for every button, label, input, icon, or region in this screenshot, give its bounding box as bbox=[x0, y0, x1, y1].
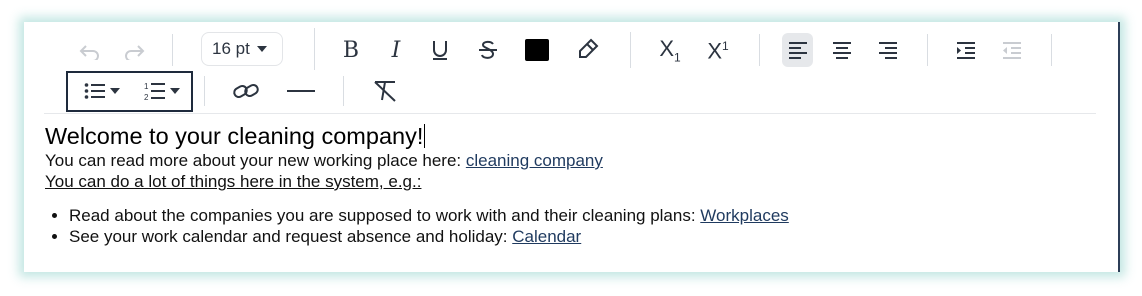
svg-text:1: 1 bbox=[144, 82, 149, 91]
toolbar-separator bbox=[204, 76, 205, 106]
outdent-button[interactable] bbox=[997, 35, 1027, 65]
rich-text-editor: 16 pt B I X1 X1 1 2 Welcome to your clea… bbox=[24, 22, 1120, 272]
toolbar-separator bbox=[314, 28, 315, 70]
clear-format-button[interactable] bbox=[370, 76, 400, 106]
align-center-button[interactable] bbox=[827, 35, 857, 65]
redo-icon bbox=[125, 45, 145, 60]
content-subheading: You can do a lot of things here in the s… bbox=[45, 172, 422, 191]
horizontal-rule-button[interactable] bbox=[286, 76, 316, 106]
toolbar-separator bbox=[1051, 34, 1052, 66]
chevron-down-icon bbox=[170, 88, 180, 94]
outdent-icon bbox=[1003, 42, 1021, 59]
toolbar-separator bbox=[343, 76, 344, 106]
subscript-icon: X1 bbox=[659, 36, 681, 65]
bullet-list-icon bbox=[84, 83, 105, 99]
numbered-list-icon: 12 bbox=[144, 82, 165, 101]
align-right-button[interactable] bbox=[873, 35, 903, 65]
align-left-icon bbox=[789, 42, 807, 59]
chevron-down-icon bbox=[110, 88, 120, 94]
list-item: See your work calendar and request absen… bbox=[69, 226, 1105, 247]
align-center-icon bbox=[833, 42, 851, 59]
font-size-value: 16 pt bbox=[212, 39, 250, 58]
highlight-icon bbox=[579, 38, 599, 58]
align-left-button[interactable] bbox=[783, 35, 813, 65]
italic-icon: I bbox=[391, 38, 401, 63]
text-cursor bbox=[424, 124, 426, 148]
toolbar-separator bbox=[759, 34, 760, 66]
undo-icon bbox=[79, 45, 99, 60]
clear-format-icon bbox=[374, 81, 396, 102]
indent-button[interactable] bbox=[951, 35, 981, 65]
underline-icon bbox=[433, 41, 447, 60]
list-item: Read about the companies you are suppose… bbox=[69, 205, 1105, 226]
underline-button[interactable] bbox=[426, 35, 454, 65]
font-size-dropdown[interactable]: 16 pt bbox=[201, 32, 283, 66]
subscript-button[interactable]: X1 bbox=[654, 36, 686, 66]
toolbar-separator bbox=[172, 34, 173, 66]
strikethrough-icon bbox=[479, 40, 497, 59]
intro-paragraph: You can read more about your new working… bbox=[45, 151, 603, 170]
italic-button[interactable]: I bbox=[382, 36, 410, 66]
content-heading: Welcome to your cleaning company! bbox=[45, 123, 426, 149]
calendar-link[interactable]: Calendar bbox=[512, 227, 581, 246]
editor-content[interactable]: Welcome to your cleaning company! You ca… bbox=[45, 122, 1105, 247]
svg-text:2: 2 bbox=[144, 93, 149, 101]
redo-button[interactable] bbox=[120, 38, 148, 66]
link-button[interactable] bbox=[230, 76, 262, 106]
features-list: Read about the companies you are suppose… bbox=[45, 205, 1105, 247]
chevron-down-icon bbox=[256, 46, 267, 52]
text-color-button[interactable] bbox=[525, 39, 549, 61]
toolbar-divider bbox=[44, 113, 1096, 114]
superscript-icon: X1 bbox=[707, 38, 729, 64]
workplaces-link[interactable]: Workplaces bbox=[700, 206, 789, 225]
horizontal-rule-icon bbox=[287, 90, 315, 92]
indent-icon bbox=[957, 42, 975, 59]
bold-button[interactable]: B bbox=[337, 36, 365, 66]
highlight-button[interactable] bbox=[573, 34, 603, 64]
toolbar-separator bbox=[630, 32, 631, 68]
link-icon bbox=[233, 84, 259, 98]
bold-icon: B bbox=[342, 38, 360, 63]
numbered-list-button[interactable]: 12 bbox=[139, 77, 185, 105]
undo-button[interactable] bbox=[76, 38, 104, 66]
bullet-list-button[interactable] bbox=[80, 77, 124, 105]
superscript-button[interactable]: X1 bbox=[702, 36, 734, 66]
strikethrough-button[interactable] bbox=[474, 35, 502, 65]
cleaning-company-link[interactable]: cleaning company bbox=[466, 151, 603, 170]
align-right-icon bbox=[879, 42, 897, 59]
toolbar-separator bbox=[927, 34, 928, 66]
